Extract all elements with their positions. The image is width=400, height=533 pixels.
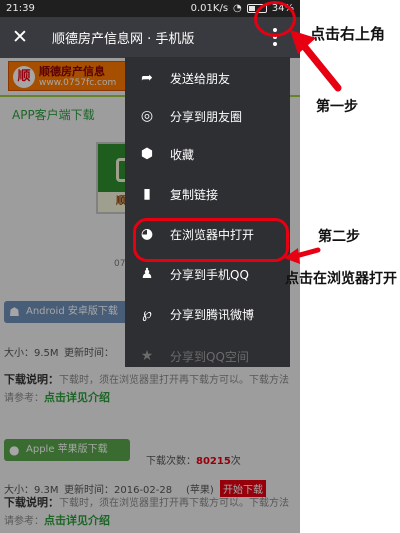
menu-item-label: 分享到QQ空间 <box>170 349 249 364</box>
menu-item-copy-link[interactable]: ▮ 复制链接 <box>125 175 290 213</box>
network-speed: 0.01K/s <box>190 3 229 14</box>
menu-item-share-qzone[interactable]: ★ 分享到QQ空间 <box>125 337 290 367</box>
phone-screen: 21:39 0.01K/s ◔ 34% ✕ 顺德房产信息网 · 手机版 顺 顺德… <box>0 0 300 533</box>
moments-icon: ◎ <box>140 108 154 124</box>
arrow-to-more-button <box>290 30 342 92</box>
menu-item-label: 收藏 <box>170 147 195 162</box>
highlight-ring-open-browser <box>133 218 289 262</box>
weibo-icon: ℘ <box>142 306 152 322</box>
menu-item-label: 发送给朋友 <box>170 71 231 86</box>
share-menu: ➦ 发送给朋友 ◎ 分享到朋友圈 ⬢ 收藏 ▮ 复制链接 ◕ 在浏览器中打开 ♟… <box>125 57 290 367</box>
annotation-step-two: 第二步 <box>318 229 360 245</box>
favorite-icon: ⬢ <box>140 146 154 162</box>
share-icon: ➦ <box>141 70 153 86</box>
menu-item-favorite[interactable]: ⬢ 收藏 <box>125 135 290 173</box>
close-icon[interactable]: ✕ <box>12 25 28 49</box>
annotation-step-one: 第一步 <box>316 99 358 115</box>
page-title: 顺德房产信息网 · 手机版 <box>52 32 195 47</box>
menu-item-label: 分享到朋友圈 <box>170 109 243 124</box>
wifi-icon: ◔ <box>233 3 242 14</box>
menu-item-share-moments[interactable]: ◎ 分享到朋友圈 <box>125 97 290 135</box>
copy-link-icon: ▮ <box>143 186 151 202</box>
qq-icon: ♟ <box>140 266 154 282</box>
menu-item-label: 分享到腾讯微博 <box>170 307 255 322</box>
menu-item-share-weibo[interactable]: ℘ 分享到腾讯微博 <box>125 295 290 333</box>
more-dot-icon <box>273 42 277 46</box>
qzone-icon: ★ <box>140 348 154 364</box>
menu-item-label: 复制链接 <box>170 187 219 202</box>
menu-item-label: 分享到手机QQ <box>170 267 249 282</box>
arrow-to-open-browser <box>284 247 321 264</box>
menu-item-send-to-friend[interactable]: ➦ 发送给朋友 <box>125 59 290 97</box>
status-time: 21:39 <box>6 3 35 14</box>
